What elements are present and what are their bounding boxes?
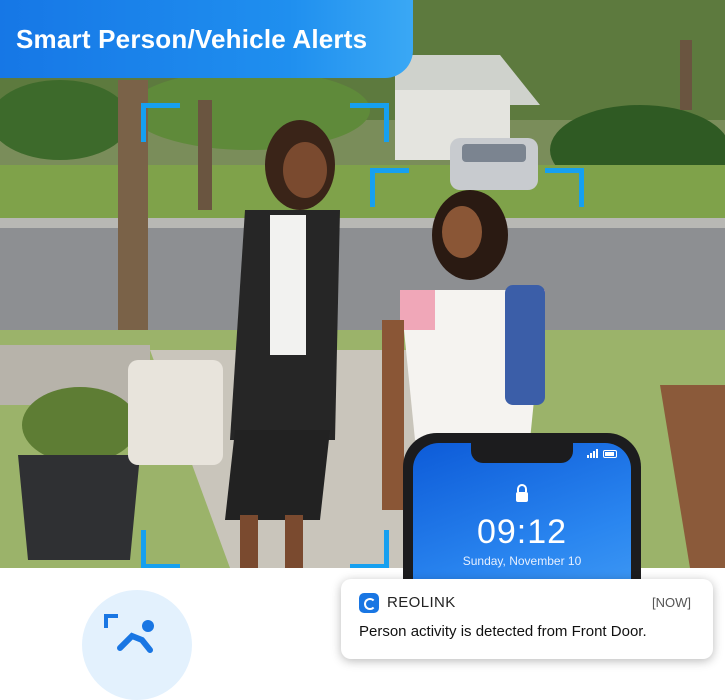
phone-notch (471, 443, 573, 463)
person-detection-icon (82, 590, 192, 700)
notification-time: [NOW] (652, 595, 691, 610)
title-banner: Smart Person/Vehicle Alerts (0, 0, 413, 78)
reolink-app-icon (359, 593, 379, 613)
phone-date: Sunday, November 10 (462, 554, 582, 568)
notification-message: Person activity is detected from Front D… (359, 623, 647, 640)
running-person-icon (117, 620, 154, 653)
detection-bracket-girl-top-left (370, 168, 409, 207)
notification-app-name: REOLINK (387, 594, 456, 611)
detection-bracket-girl-top-right (545, 168, 584, 207)
phone-time: 09:12 (476, 513, 568, 551)
detection-bracket-top-left (141, 103, 180, 142)
detection-bracket-top-right (350, 103, 389, 142)
battery-icon (603, 449, 617, 458)
banner-title: Smart Person/Vehicle Alerts (16, 23, 368, 54)
signal-icon (587, 449, 598, 458)
detection-bracket-bottom-right (350, 530, 389, 569)
detection-bracket-bottom-left (141, 530, 180, 569)
lock-icon (516, 484, 528, 502)
push-notification[interactable]: REOLINK [NOW] Person activity is detecte… (341, 579, 713, 659)
status-bar-icons (587, 449, 619, 458)
